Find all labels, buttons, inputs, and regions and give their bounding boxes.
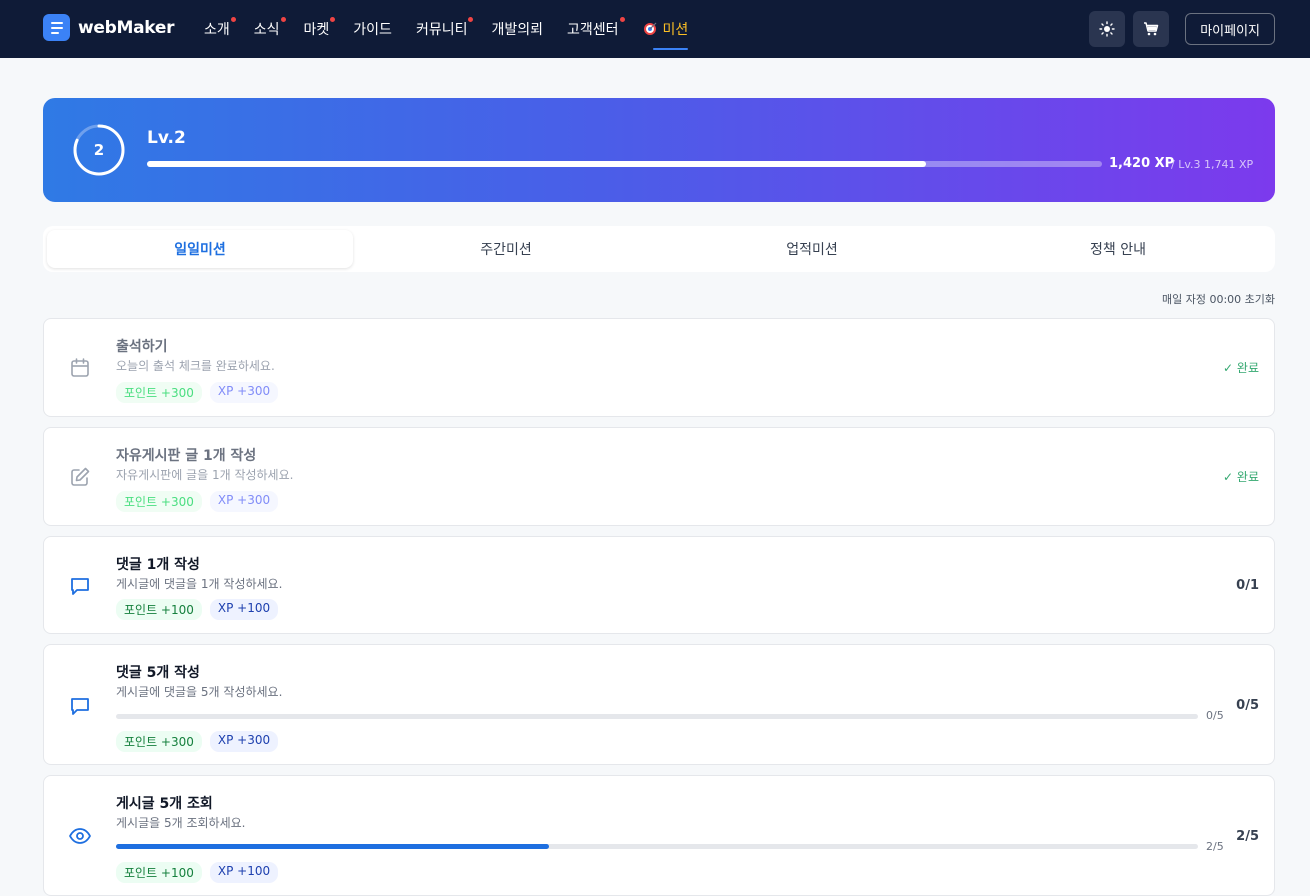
- xp-badge: XP +300: [209, 491, 279, 512]
- nav-item-label: 소식: [253, 22, 280, 38]
- mission-progress-label: 2/5: [1206, 840, 1224, 853]
- nav-item-mission[interactable]: 미션: [643, 0, 689, 58]
- check-icon: ✓: [1223, 470, 1237, 484]
- nav-item-label: 개발의뢰: [491, 22, 543, 38]
- points-badge: 포인트 +300: [116, 731, 202, 752]
- check-icon: ✓: [1223, 361, 1237, 375]
- tab-policy[interactable]: 정책 안내: [965, 230, 1271, 268]
- brand-name: webMaker: [78, 17, 175, 38]
- next-level-xp: / Lv.3 1,741 XP: [1171, 158, 1254, 171]
- mission-progress-fill: [116, 844, 549, 849]
- reward-tags: 포인트 +300 XP +300: [116, 731, 279, 752]
- notification-dot: [619, 17, 625, 22]
- mission-title: 댓글 1개 작성: [116, 557, 200, 573]
- mission-card[interactable]: 자유게시판 글 1개 작성 자유게시판에 글을 1개 작성하세요. 포인트 +3…: [43, 427, 1275, 526]
- mission-status: ✓ 완료: [1223, 359, 1259, 376]
- reset-note: 매일 자정 00:00 초기화: [1161, 293, 1275, 306]
- nav-item-label: 소개: [204, 22, 230, 38]
- nav-item-guide[interactable]: 가이드: [353, 0, 392, 58]
- xp-badge: XP +100: [209, 862, 279, 883]
- tab-achievement[interactable]: 업적미션: [659, 230, 965, 268]
- mission-card[interactable]: 출석하기 오늘의 출석 체크를 완료하세요. 포인트 +300 XP +300 …: [43, 318, 1275, 417]
- xp-badge: XP +300: [209, 731, 279, 752]
- brand-logo[interactable]: webMaker: [43, 14, 174, 41]
- mission-status: ✓ 완료: [1223, 468, 1259, 485]
- tab-weekly[interactable]: 주간미션: [353, 230, 659, 268]
- eye-icon: [69, 828, 91, 844]
- points-badge: 포인트 +100: [116, 862, 202, 883]
- mission-status: 0/5: [1236, 698, 1259, 713]
- reward-tags: 포인트 +300 XP +300: [116, 491, 279, 512]
- mission-desc: 게시글에 댓글을 1개 작성하세요.: [116, 577, 283, 591]
- comment-icon: [71, 698, 89, 715]
- mission-status: 2/5: [1236, 829, 1259, 844]
- mission-title: 자유게시판 글 1개 작성: [116, 448, 257, 464]
- mission-desc: 자유게시판에 글을 1개 작성하세요.: [116, 468, 294, 482]
- reward-tags: 포인트 +300 XP +300: [116, 382, 279, 403]
- mission-desc: 게시글을 5개 조회하세요.: [116, 816, 246, 830]
- comment-icon: [71, 578, 89, 595]
- target-icon: [643, 22, 656, 35]
- level-number: 2: [93, 141, 105, 159]
- nav-item-label: 커뮤니티: [415, 22, 468, 38]
- mission-progress-label: 0/5: [1206, 709, 1224, 722]
- theme-toggle-button[interactable]: [1089, 11, 1126, 47]
- reward-tags: 포인트 +100 XP +100: [116, 599, 279, 620]
- points-badge: 포인트 +300: [116, 491, 202, 512]
- notification-dot: [230, 17, 236, 22]
- tab-daily[interactable]: 일일미션: [47, 230, 353, 268]
- mission-progress-bar: [116, 714, 1198, 719]
- current-xp: 1,420 XP: [1109, 156, 1175, 171]
- mission-card[interactable]: 댓글 1개 작성 게시글에 댓글을 1개 작성하세요. 포인트 +100 XP …: [43, 536, 1275, 634]
- mission-title: 댓글 5개 작성: [116, 665, 200, 681]
- mission-progress-bar: [116, 844, 1198, 849]
- mission-desc: 오늘의 출석 체크를 완료하세요.: [116, 359, 275, 373]
- nav-actions: 마이페이지: [1089, 11, 1275, 47]
- edit-icon: [71, 467, 90, 486]
- main-menu: 소개 소식 마켓 가이드 커뮤니티 개발의뢰 고객센터 미션: [204, 0, 712, 58]
- mission-card[interactable]: 댓글 5개 작성 게시글에 댓글을 5개 작성하세요. 0/5 포인트 +300…: [43, 644, 1275, 765]
- notification-dot: [468, 17, 474, 22]
- mission-status: 0/1: [1236, 578, 1259, 593]
- menu-icon: [43, 14, 70, 41]
- mission-card[interactable]: 게시글 5개 조회 게시글을 5개 조회하세요. 2/5 포인트 +100 XP…: [43, 775, 1275, 896]
- mission-tabs: 일일미션 주간미션 업적미션 정책 안내: [43, 226, 1275, 272]
- level-title: Lv.2: [147, 128, 186, 148]
- nav-item-news[interactable]: 소식: [253, 0, 286, 58]
- mypage-button[interactable]: 마이페이지: [1185, 13, 1275, 45]
- top-navbar: webMaker 소개 소식 마켓 가이드 커뮤니티 개발의뢰 고객센터 미션 …: [0, 0, 1310, 58]
- cart-icon: [1144, 22, 1159, 36]
- level-card: 2 Lv.2 1,420 XP / Lv.3 1,741 XP: [43, 98, 1275, 202]
- mission-desc: 게시글에 댓글을 5개 작성하세요.: [116, 685, 283, 699]
- xp-progress-bar: [147, 161, 1102, 167]
- mission-title: 출석하기: [116, 339, 168, 355]
- nav-item-support[interactable]: 고객센터: [567, 0, 625, 58]
- status-label: 완료: [1236, 361, 1259, 375]
- nav-item-dev-request[interactable]: 개발의뢰: [491, 0, 543, 58]
- mission-title: 게시글 5개 조회: [116, 796, 213, 812]
- nav-item-label: 마켓: [303, 22, 330, 38]
- nav-item-label: 가이드: [353, 22, 392, 38]
- nav-item-label: 미션: [662, 22, 689, 38]
- sun-icon: [1099, 21, 1115, 37]
- notification-dot: [330, 17, 336, 22]
- points-badge: 포인트 +300: [116, 382, 202, 403]
- active-indicator: [652, 48, 689, 50]
- nav-item-intro[interactable]: 소개: [204, 0, 236, 58]
- xp-badge: XP +100: [209, 599, 279, 620]
- reward-tags: 포인트 +100 XP +100: [116, 862, 279, 883]
- nav-item-community[interactable]: 커뮤니티: [415, 0, 474, 58]
- calendar-icon: [71, 358, 89, 377]
- notification-dot: [280, 17, 286, 22]
- points-badge: 포인트 +100: [116, 599, 202, 620]
- cart-button[interactable]: [1133, 11, 1170, 47]
- nav-item-market[interactable]: 마켓: [303, 0, 336, 58]
- xp-badge: XP +300: [209, 382, 279, 403]
- nav-item-label: 고객센터: [567, 22, 619, 38]
- status-label: 완료: [1236, 470, 1259, 484]
- xp-progress-fill: [147, 161, 926, 167]
